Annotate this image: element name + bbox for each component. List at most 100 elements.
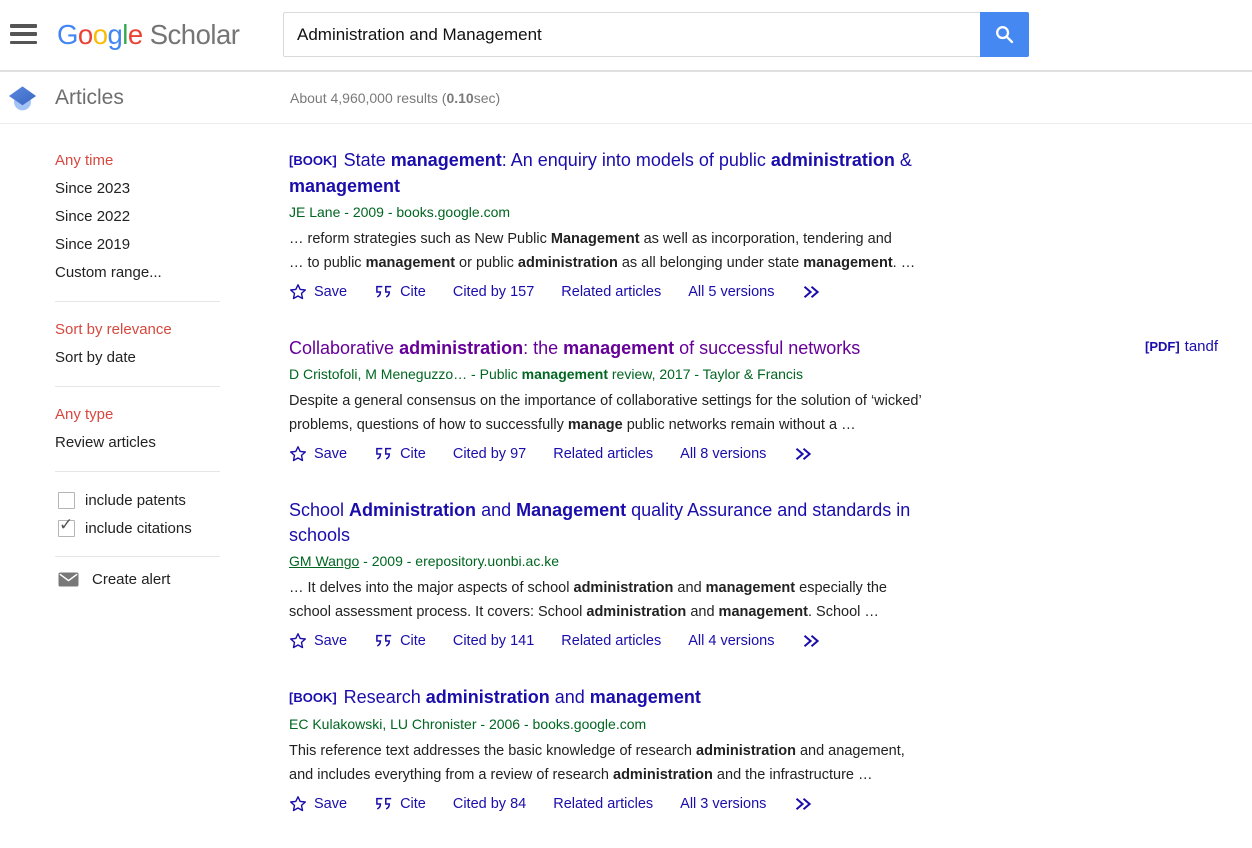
cite-button[interactable]: Cite xyxy=(374,446,426,462)
result-snippet: Despite a general consensus on the impor… xyxy=(289,389,1031,437)
save-label: Save xyxy=(314,796,347,812)
search-result: School Administration and Management qua… xyxy=(289,498,1031,651)
sidebar-item-since-2022[interactable]: Since 2022 xyxy=(55,203,221,231)
result-title-link[interactable]: State management: An enquiry into models… xyxy=(289,150,912,196)
fulltext-source: tandf xyxy=(1185,338,1218,355)
double-quote-icon xyxy=(374,284,393,300)
related-articles-link[interactable]: Related articles xyxy=(561,284,661,300)
search-button[interactable] xyxy=(980,12,1029,57)
result-title-link[interactable]: Research administration and management xyxy=(344,687,701,707)
header: Google Scholar xyxy=(0,0,1252,72)
search-result: [BOOK]Research administration and manage… xyxy=(289,685,1031,814)
result-actions: Save Cite Cited by 84 Related articles All 3… xyxy=(289,794,1031,814)
sidebar-item-sort-by-relevance[interactable]: Sort by relevance xyxy=(55,316,221,344)
envelope-icon xyxy=(58,572,79,587)
filters-sidebar: Any timeSince 2023Since 2022Since 2019Cu… xyxy=(55,147,221,588)
result-title: School Administration and Management qua… xyxy=(289,498,1031,548)
cite-button[interactable]: Cite xyxy=(374,796,426,812)
scholar-logo-text: Scholar xyxy=(150,19,240,51)
result-snippet-line: … to public management or public adminis… xyxy=(289,251,1031,275)
all-versions-link[interactable]: All 8 versions xyxy=(680,446,766,462)
result-snippet: This reference text addresses the basic … xyxy=(289,739,1031,787)
sidebar-divider xyxy=(55,386,220,387)
search-result: [BOOK]State management: An enquiry into … xyxy=(289,148,1031,302)
hamburger-icon xyxy=(10,41,37,45)
more-button[interactable] xyxy=(793,445,813,463)
result-snippet-line: school assessment process. It covers: Sc… xyxy=(289,600,1031,624)
all-versions-link[interactable]: All 5 versions xyxy=(688,284,774,300)
checkmark-icon: ✓ xyxy=(59,515,73,535)
double-chevron-icon xyxy=(801,632,821,650)
result-title: [BOOK]State management: An enquiry into … xyxy=(289,148,1031,199)
result-actions: Save Cite Cited by 141 Related articles All … xyxy=(289,631,1031,651)
result-byline: EC Kulakowski, LU Chronister - 2006 - bo… xyxy=(289,714,1031,735)
star-icon xyxy=(289,283,307,301)
fulltext-link[interactable]: [PDF]tandf xyxy=(1145,338,1218,355)
star-icon xyxy=(289,632,307,650)
result-snippet: … It delves into the major aspects of sc… xyxy=(289,576,1031,624)
stats-time: 0.10 xyxy=(446,90,473,106)
logo-letter: o xyxy=(93,19,108,50)
save-label: Save xyxy=(314,633,347,649)
stats-prefix: About 4,960,000 results ( xyxy=(290,90,446,106)
result-byline: JE Lane - 2009 - books.google.com xyxy=(289,202,1031,223)
create-alert-button[interactable]: Create alert xyxy=(55,571,221,588)
double-quote-icon xyxy=(374,633,393,649)
result-snippet-line: … reform strategies such as New Public M… xyxy=(289,227,1031,251)
result-title-link[interactable]: Collaborative administration: the manage… xyxy=(289,338,860,358)
logo-letter: g xyxy=(107,19,122,50)
checkbox-include-patents[interactable]: include patents xyxy=(55,486,221,514)
related-articles-link[interactable]: Related articles xyxy=(553,446,653,462)
cited-by-link[interactable]: Cited by 157 xyxy=(453,284,534,300)
save-label: Save xyxy=(314,446,347,462)
all-versions-link[interactable]: All 4 versions xyxy=(688,633,774,649)
cited-by-link[interactable]: Cited by 84 xyxy=(453,796,526,812)
result-title-link[interactable]: School Administration and Management qua… xyxy=(289,500,910,545)
cite-label: Cite xyxy=(400,633,426,649)
save-button[interactable]: Save xyxy=(289,632,347,650)
result-snippet-line: problems, questions of how to successful… xyxy=(289,413,1031,437)
sidebar-item-any-time[interactable]: Any time xyxy=(55,147,221,175)
save-button[interactable]: Save xyxy=(289,445,347,463)
related-articles-link[interactable]: Related articles xyxy=(553,796,653,812)
result-snippet-line: … It delves into the major aspects of sc… xyxy=(289,576,1031,600)
sidebar-item-review-articles[interactable]: Review articles xyxy=(55,429,221,457)
result-actions: Save Cite Cited by 97 Related articles All 8… xyxy=(289,444,1031,464)
more-button[interactable] xyxy=(801,283,821,301)
save-button[interactable]: Save xyxy=(289,795,347,813)
result-byline: GM Wango - 2009 - erepository.uonbi.ac.k… xyxy=(289,551,1031,572)
save-button[interactable]: Save xyxy=(289,283,347,301)
result-actions: Save Cite Cited by 157 Related articles All … xyxy=(289,282,1031,302)
scholar-cap-icon xyxy=(7,82,38,113)
sidebar-item-custom-range[interactable]: Custom range... xyxy=(55,259,221,287)
stats-suffix: sec) xyxy=(474,90,500,106)
checkbox-include-citations[interactable]: ✓ include citations xyxy=(55,514,221,542)
more-button[interactable] xyxy=(801,632,821,650)
sidebar-item-any-type[interactable]: Any type xyxy=(55,401,221,429)
cited-by-link[interactable]: Cited by 141 xyxy=(453,633,534,649)
cite-label: Cite xyxy=(400,446,426,462)
google-scholar-logo[interactable]: Google Scholar xyxy=(57,0,239,70)
sidebar-item-since-2019[interactable]: Since 2019 xyxy=(55,231,221,259)
logo-letter: o xyxy=(78,19,93,50)
sidebar-item-sort-by-date[interactable]: Sort by date xyxy=(55,344,221,372)
cite-button[interactable]: Cite xyxy=(374,284,426,300)
tab-articles[interactable]: Articles xyxy=(55,72,124,123)
sidebar-divider xyxy=(55,471,220,472)
more-button[interactable] xyxy=(793,795,813,813)
hamburger-menu-button[interactable] xyxy=(10,24,38,44)
result-snippet: … reform strategies such as New Public M… xyxy=(289,227,1031,275)
search-input[interactable] xyxy=(283,12,980,57)
cite-button[interactable]: Cite xyxy=(374,633,426,649)
all-versions-link[interactable]: All 3 versions xyxy=(680,796,766,812)
checkbox-box: ✓ xyxy=(58,520,75,537)
results-stats: About 4,960,000 results ( 0.10 sec) xyxy=(290,72,500,123)
result-byline: D Cristofoli, M Meneguzzo… - Public mana… xyxy=(289,364,1031,385)
sidebar-item-since-2023[interactable]: Since 2023 xyxy=(55,175,221,203)
related-articles-link[interactable]: Related articles xyxy=(561,633,661,649)
checkbox-box xyxy=(58,492,75,509)
double-chevron-icon xyxy=(801,283,821,301)
checkbox-label: include patents xyxy=(85,492,186,509)
cited-by-link[interactable]: Cited by 97 xyxy=(453,446,526,462)
checkbox-label: include citations xyxy=(85,520,192,537)
